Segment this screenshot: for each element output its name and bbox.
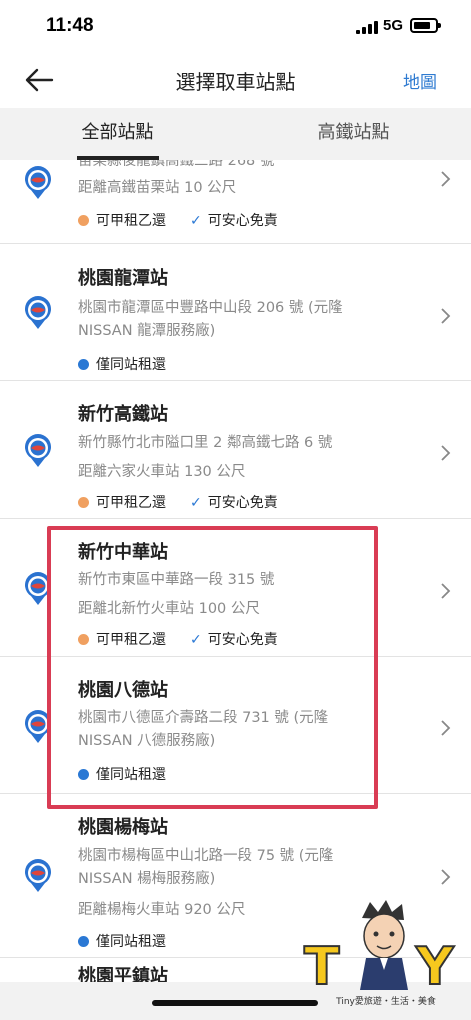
station-name: 新竹高鐵站 [78, 404, 168, 425]
status-bar: 11:48 5G [0, 0, 471, 52]
station-item[interactable]: 苗栗縣後龍鎮高鐵三路 268 號 距離高鐵苗栗站 10 公尺 可甲租乙還 ✓ 可安心… [0, 160, 471, 244]
svg-text:T: T [304, 937, 340, 997]
battery-icon [410, 18, 441, 33]
tab-hsr-stations[interactable]: 高鐵站點 [236, 108, 471, 160]
location-pin-icon [25, 572, 51, 605]
blue-dot-icon [78, 359, 89, 370]
station-address: 桃園市楊梅區中山北路一段 75 號 (元隆 [78, 848, 334, 864]
orange-dot-icon [78, 497, 89, 508]
station-name: 桃園八德站 [78, 680, 168, 701]
tab-bar: 全部站點 高鐵站點 [0, 108, 471, 160]
station-distance: 距離楊梅火車站 920 公尺 [78, 902, 246, 918]
station-item[interactable]: 新竹中華站 新竹市東區中華路一段 315 號 距離北新竹火車站 100 公尺 可… [0, 519, 471, 657]
map-button[interactable]: 地圖 [403, 68, 437, 93]
station-address-line2: NISSAN 龍潭服務廠) [78, 323, 216, 339]
chevron-right-icon [441, 308, 451, 324]
watermark-logo: T Y Tiny愛旅遊・生活・美食 [300, 898, 468, 1016]
location-pin-icon [25, 710, 51, 743]
badge-label: 僅同站租還 [96, 934, 166, 950]
station-name: 桃園楊梅站 [78, 817, 168, 838]
check-icon: ✓ [190, 213, 202, 229]
nav-bar: 選擇取車站點 地圖 [0, 52, 471, 108]
station-name: 桃園龍潭站 [78, 268, 168, 289]
station-item[interactable]: 新竹高鐵站 新竹縣竹北市隘口里 2 鄰高鐵七路 6 號 距離六家火車站 130 … [0, 381, 471, 519]
station-address: 新竹縣竹北市隘口里 2 鄰高鐵七路 6 號 [78, 435, 333, 451]
station-name: 新竹中華站 [78, 542, 168, 563]
orange-dot-icon [78, 215, 89, 226]
station-distance: 距離北新竹火車站 100 公尺 [78, 601, 260, 617]
chevron-right-icon [441, 869, 451, 885]
status-time: 11:48 [46, 15, 94, 36]
page-title: 選擇取車站點 [175, 70, 296, 94]
chevron-right-icon [441, 583, 451, 599]
station-badges: 僅同站租還 [78, 354, 166, 374]
orange-dot-icon [78, 634, 89, 645]
location-pin-icon [25, 434, 51, 467]
signal-icon [356, 21, 378, 34]
station-badges: 可甲租乙還 ✓ 可安心免責 [78, 629, 278, 649]
station-item[interactable]: 桃園八德站 桃園市八德區介壽路二段 731 號 (元隆 NISSAN 八德服務廠… [0, 657, 471, 794]
badge-label: 可安心免責 [207, 632, 278, 648]
station-badges: 可甲租乙還 ✓ 可安心免責 [78, 210, 278, 230]
location-pin-icon [25, 296, 51, 329]
station-address: 桃園市八德區介壽路二段 731 號 (元隆 [78, 710, 329, 726]
chevron-right-icon [441, 445, 451, 461]
badge-label: 可甲租乙還 [96, 632, 166, 648]
chevron-right-icon [441, 171, 451, 187]
check-icon: ✓ [190, 495, 202, 511]
badge-label: 僅同站租還 [96, 767, 166, 783]
blue-dot-icon [78, 936, 89, 947]
station-address: 苗栗縣後龍鎮高鐵三路 268 號 [78, 160, 275, 169]
chevron-right-icon [441, 720, 451, 736]
station-badges: 僅同站租還 [78, 764, 166, 784]
svg-text:Y: Y [415, 937, 455, 997]
station-name: 桃園平鎮站 [78, 966, 168, 982]
check-icon: ✓ [190, 632, 202, 648]
watermark-caption: Tiny愛旅遊・生活・美食 [336, 997, 436, 1007]
station-badges: 可甲租乙還 ✓ 可安心免責 [78, 492, 278, 512]
station-address-line2: NISSAN 八德服務廠) [78, 733, 216, 749]
station-badges: 僅同站租還 [78, 931, 166, 951]
station-list: 苗栗縣後龍鎮高鐵三路 268 號 距離高鐵苗栗站 10 公尺 可甲租乙還 ✓ 可安心… [0, 160, 471, 982]
network-label: 5G [383, 17, 404, 34]
badge-label: 可安心免責 [207, 213, 278, 229]
station-item[interactable]: 桃園龍潭站 桃園市龍潭區中豐路中山段 206 號 (元隆 NISSAN 龍潭服務… [0, 244, 471, 381]
badge-label: 可甲租乙還 [96, 213, 166, 229]
badge-label: 可甲租乙還 [96, 495, 166, 511]
station-address: 桃園市龍潭區中豐路中山段 206 號 (元隆 [78, 300, 343, 316]
home-indicator[interactable] [152, 1000, 318, 1006]
badge-label: 可安心免責 [207, 495, 278, 511]
station-distance: 距離高鐵苗栗站 10 公尺 [78, 180, 237, 196]
location-pin-icon [25, 166, 51, 199]
station-address-line2: NISSAN 楊梅服務廠) [78, 871, 216, 887]
blue-dot-icon [78, 769, 89, 780]
cartoon-avatar-icon: T Y [303, 900, 456, 998]
badge-label: 僅同站租還 [96, 357, 166, 373]
tab-all-stations[interactable]: 全部站點 [0, 108, 235, 160]
station-address: 新竹市東區中華路一段 315 號 [78, 572, 275, 588]
location-pin-icon [25, 859, 51, 892]
station-distance: 距離六家火車站 130 公尺 [78, 464, 246, 480]
